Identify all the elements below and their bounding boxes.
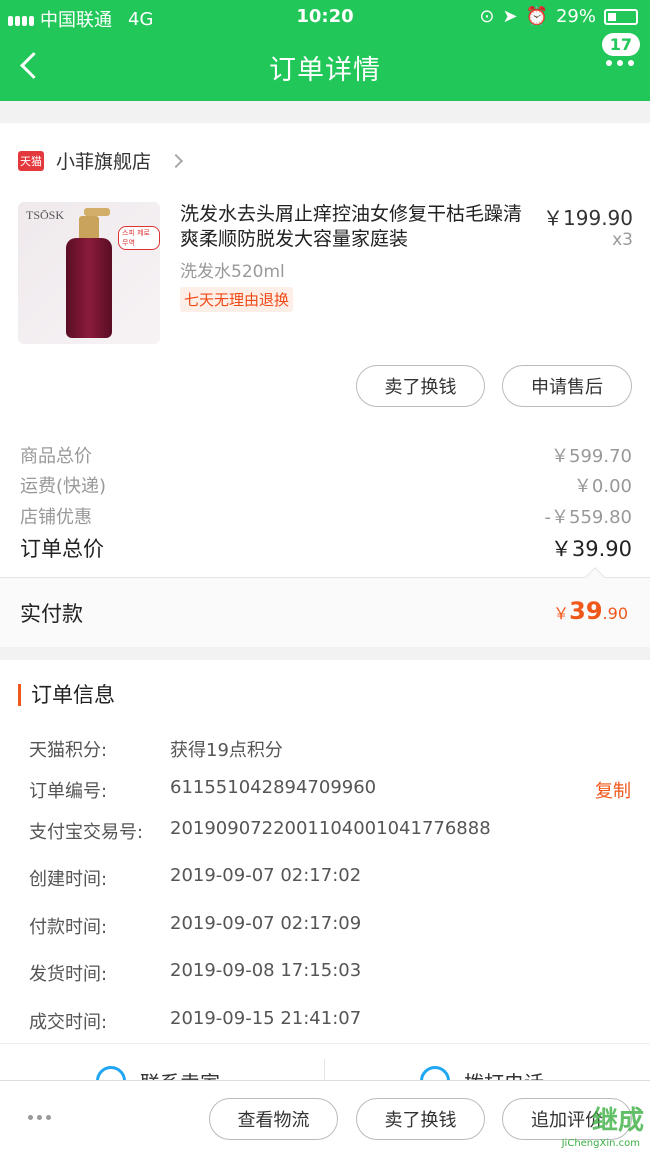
watermark-logo: 继成 JiChengXin.com <box>534 1096 644 1152</box>
phone-icon <box>420 1066 450 1080</box>
product-image[interactable]: TSŌSK 스피 제로 무역 <box>18 202 160 344</box>
copy-button[interactable]: 复制 <box>595 777 631 803</box>
summary-row: 店铺优惠 -￥559.80 <box>20 503 632 529</box>
info-value: 2019-09-07 02:17:09 <box>170 913 362 934</box>
order-total-value: ￥39.90 <box>550 537 632 561</box>
view-logistics-button[interactable]: 查看物流 <box>209 1098 338 1140</box>
paid-decimal: .90 <box>602 604 628 623</box>
product-qty: x3 <box>612 230 633 250</box>
summary-value: ￥599.70 <box>551 446 632 467</box>
app-header: 中国联通 4G 10:20 ⊙ ➤ ⏰ 29% 订单详情 17 <box>0 0 650 101</box>
order-info-title: 订单信息 <box>18 684 115 706</box>
shop-name: 小菲旗舰店 <box>56 151 152 173</box>
paid-currency: ￥ <box>553 604 570 623</box>
chevron-right-icon <box>168 153 184 168</box>
order-info-section: 订单信息 天猫积分: 获得19点积分 订单编号: 611551042894709… <box>0 660 650 1080</box>
call-button[interactable]: 拨打电话 <box>420 1066 544 1080</box>
info-value: 2019-09-15 21:41:07 <box>170 1008 362 1029</box>
info-key: 订单编号: <box>29 781 108 802</box>
paid-integer: 39 <box>569 597 603 625</box>
product-price: ￥199.90 <box>543 206 633 230</box>
sell-button-bottom[interactable]: 卖了换钱 <box>356 1098 485 1140</box>
info-key: 成交时间: <box>29 1012 108 1033</box>
contact-row: 联系卖家 拨打电话 <box>0 1043 650 1080</box>
tmall-logo-icon: 天猫 <box>18 150 44 171</box>
bottle-neck-shape <box>79 216 99 240</box>
info-value: 2019-09-08 17:15:03 <box>170 960 362 981</box>
info-key: 付款时间: <box>29 917 108 938</box>
location-icon: ➤ <box>502 6 518 27</box>
more-menu-icon[interactable] <box>606 60 634 66</box>
summary-label: 商品总价 <box>20 446 92 467</box>
summary-row: 商品总价 ￥599.70 <box>20 442 632 468</box>
message-badge: 17 <box>601 33 640 56</box>
call-label: 拨打电话 <box>464 1067 544 1081</box>
page-title: 订单详情 <box>269 55 381 86</box>
status-right: ⊙ ➤ ⏰ 29% <box>479 6 638 27</box>
info-value: 获得19点积分 <box>170 740 283 761</box>
summary-label: 运费(快递) <box>20 476 107 497</box>
info-key: 天猫积分: <box>29 740 108 761</box>
bottle-label: 스피 제로 무역 <box>118 226 160 250</box>
more-actions-icon[interactable] <box>28 1115 51 1120</box>
paid-amount-section: 实付款 ￥39.90 <box>0 567 650 647</box>
product-brand: TSŌSK <box>26 208 65 222</box>
bottle-pump-shape <box>84 208 110 216</box>
order-number: 611551042894709960 <box>170 777 377 798</box>
summary-label: 店铺优惠 <box>20 507 92 528</box>
info-value: 2019090722001104001041776888 <box>170 818 491 839</box>
contact-seller-label: 联系卖家 <box>140 1067 220 1081</box>
product-spec: 洗发水520ml <box>180 262 285 282</box>
divider <box>324 1059 325 1080</box>
sell-button[interactable]: 卖了换钱 <box>356 365 485 407</box>
watermark-url: JiChengXin.com <box>561 1138 640 1149</box>
info-key: 发货时间: <box>29 964 108 985</box>
order-total-label: 订单总价 <box>20 537 104 561</box>
paid-amount: ￥39.90 <box>553 597 628 625</box>
paid-label: 实付款 <box>20 602 83 626</box>
order-total-row: 订单总价 ￥39.90 <box>20 533 632 563</box>
product-name[interactable]: 洗发水去头屑止痒控油女修复干枯毛躁清爽柔顺防脱发大容量家庭装 <box>180 202 540 252</box>
bottle-shape <box>66 238 112 338</box>
info-key: 支付宝交易号: <box>29 822 144 843</box>
lock-rotation-icon: ⊙ <box>479 6 495 27</box>
summary-value: -￥559.80 <box>544 507 632 528</box>
summary-value: ￥0.00 <box>573 476 632 497</box>
watermark-text: 继成 <box>591 1106 644 1136</box>
after-sale-button[interactable]: 申请售后 <box>502 365 632 407</box>
shop-link[interactable]: 天猫 小菲旗舰店 <box>18 147 184 174</box>
info-value: 2019-09-07 02:17:02 <box>170 865 362 886</box>
contact-seller-button[interactable]: 联系卖家 <box>96 1066 220 1080</box>
return-policy-tag: 七天无理由退换 <box>180 287 294 312</box>
alarm-icon: ⏰ <box>525 6 548 27</box>
battery-icon <box>604 8 638 25</box>
summary-row: 运费(快递) ￥0.00 <box>20 472 632 498</box>
info-key: 创建时间: <box>29 869 108 890</box>
battery-percent: 29% <box>555 6 596 27</box>
status-bar: 中国联通 4G 10:20 ⊙ ➤ ⏰ 29% <box>0 0 650 34</box>
chat-icon <box>96 1066 126 1080</box>
